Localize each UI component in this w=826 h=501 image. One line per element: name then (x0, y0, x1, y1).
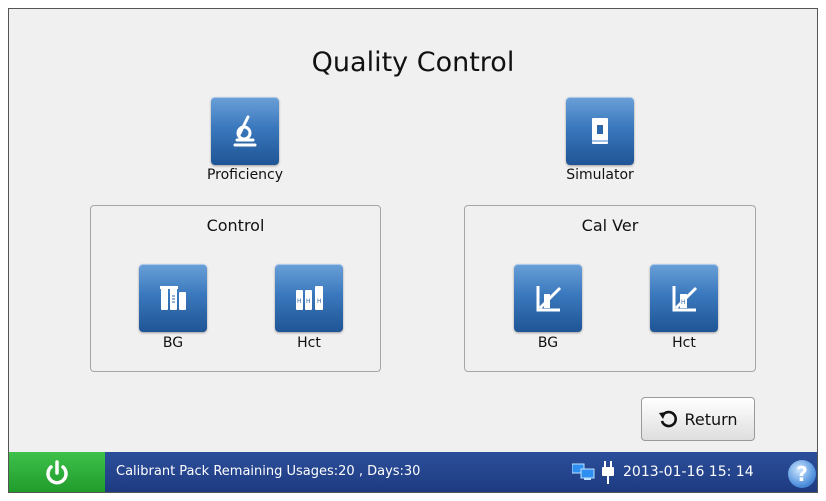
calver-group: Cal Ver BG H Hct (464, 205, 756, 372)
cartridge-icon (592, 118, 608, 144)
control-bg-button[interactable] (139, 264, 207, 332)
vials-icon (160, 286, 186, 310)
calver-bg-button[interactable] (514, 264, 582, 332)
proficiency-label: Proficiency (206, 167, 284, 183)
svg-text:H: H (297, 298, 302, 305)
calver-bg-label: BG (537, 335, 559, 351)
power-icon (46, 460, 68, 485)
return-label: Return (684, 409, 738, 429)
quality-control-screen: Quality Control Proficiency Simulator Co… (8, 8, 818, 493)
svg-text:H: H (317, 298, 322, 305)
svg-text:H: H (681, 299, 686, 306)
calibration-curve-icon (536, 286, 562, 312)
help-icon: ? (796, 462, 808, 486)
calibrant-status-text: Calibrant Pack Remaining Usages:20 , Day… (116, 464, 421, 479)
svg-text:H: H (306, 298, 311, 305)
control-group: Control BG H H H Hct (90, 205, 381, 372)
power-button[interactable] (9, 452, 105, 492)
plug-icon (602, 461, 614, 484)
help-button[interactable]: ? (788, 460, 816, 488)
hct-vials-icon: H H H (296, 286, 323, 310)
microscope-icon (233, 115, 257, 147)
calver-group-title: Cal Ver (581, 216, 639, 235)
network-icon (572, 463, 595, 480)
simulator-button[interactable] (566, 97, 634, 165)
simulator-label: Simulator (566, 167, 634, 183)
page-title: Quality Control (311, 47, 515, 78)
control-hct-button[interactable]: H H H (275, 264, 343, 332)
control-group-title: Control (206, 216, 265, 235)
datetime-display: 2013-01-16 15: 14 (623, 464, 754, 480)
calver-hct-button[interactable]: H (650, 264, 718, 332)
proficiency-button[interactable] (211, 97, 279, 165)
calver-hct-label: Hct (672, 335, 696, 351)
return-arrow-icon (659, 410, 678, 428)
status-bar: Calibrant Pack Remaining Usages:20 , Day… (9, 452, 817, 492)
return-button[interactable]: Return (641, 397, 755, 441)
control-bg-label: BG (162, 335, 184, 351)
hct-calibration-curve-icon: H (672, 286, 698, 312)
control-hct-label: Hct (297, 335, 321, 351)
